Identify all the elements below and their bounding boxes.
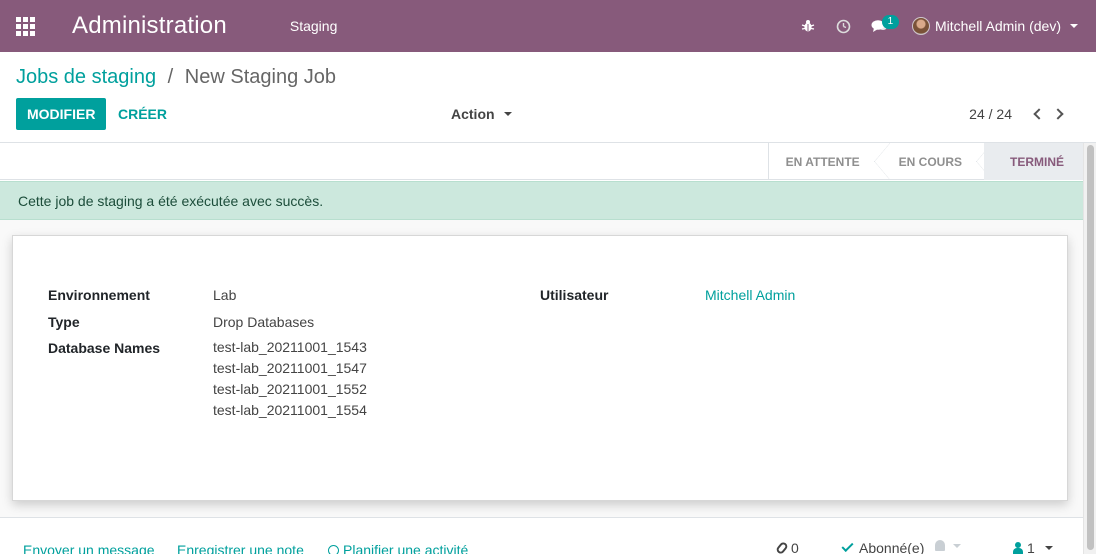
- form-content: Environnement Lab Type Drop Databases Da…: [0, 220, 1083, 554]
- breadcrumb-separator: /: [167, 66, 174, 88]
- environment-label: Environnement: [48, 287, 150, 303]
- action-dropdown[interactable]: Action: [451, 98, 512, 130]
- chatter-bar: Envoyer un message Enregistrer une note …: [0, 517, 1083, 554]
- bug-icon[interactable]: [790, 0, 826, 52]
- database-names-label: Database Names: [48, 340, 161, 356]
- avatar: [911, 17, 930, 35]
- edit-button[interactable]: MODIFIER: [16, 98, 107, 130]
- database-name: test-lab_20211001_1543: [213, 339, 367, 355]
- attachments-button[interactable]: 0: [775, 540, 799, 554]
- database-names-list: test-lab_20211001_1543 test-lab_20211001…: [213, 337, 367, 421]
- clock-icon: [328, 545, 339, 554]
- user-link[interactable]: Mitchell Admin: [705, 287, 795, 303]
- app-title[interactable]: Administration: [72, 12, 227, 40]
- alert-message: Cette job de staging a été exécutée avec…: [18, 192, 324, 209]
- scrollbar-thumb[interactable]: [1087, 145, 1094, 550]
- breadcrumb-current: New Staging Job: [184, 66, 336, 88]
- send-message-button[interactable]: Envoyer un message: [23, 542, 155, 554]
- user-icon: [1013, 542, 1023, 554]
- user-label: Utilisateur: [540, 287, 609, 303]
- pager: 24 / 24: [969, 98, 1070, 130]
- stage-done[interactable]: TERMINÉ: [984, 143, 1084, 180]
- user-menu[interactable]: Mitchell Admin (dev): [911, 17, 1078, 35]
- success-alert: Cette job de staging a été exécutée avec…: [0, 181, 1083, 220]
- schedule-activity-label: Planifier une activité: [343, 542, 469, 554]
- stage-waiting[interactable]: EN ATTENTE: [767, 143, 882, 180]
- database-name: test-lab_20211001_1552: [213, 381, 367, 397]
- chevron-down-icon: [503, 112, 512, 116]
- type-label: Type: [48, 314, 80, 330]
- previous-record-button[interactable]: [1026, 98, 1048, 130]
- schedule-activity-button[interactable]: Planifier une activité: [328, 542, 468, 554]
- type-value: Drop Databases: [213, 314, 315, 330]
- log-note-button[interactable]: Enregistrer une note: [177, 542, 304, 554]
- control-panel: Jobs de staging / New Staging Job MODIFI…: [0, 52, 1096, 143]
- user-name: Mitchell Admin (dev): [934, 18, 1061, 34]
- stage-running[interactable]: EN COURS: [882, 143, 984, 180]
- environment-value: Lab: [213, 287, 237, 303]
- database-name: test-lab_20211001_1547: [213, 360, 367, 376]
- status-bar: EN ATTENTE EN COURS TERMINÉ: [0, 143, 1096, 180]
- breadcrumb-parent[interactable]: Jobs de staging: [16, 66, 156, 88]
- stage-pipeline: EN ATTENTE EN COURS TERMINÉ: [767, 143, 1084, 180]
- chat-icon[interactable]: 1: [862, 0, 899, 52]
- follow-label: Abonné(e): [859, 540, 925, 554]
- chevron-down-icon: [1070, 24, 1078, 28]
- scrollbar[interactable]: [1083, 143, 1096, 554]
- create-button[interactable]: CRÉER: [118, 98, 167, 130]
- action-label: Action: [451, 106, 495, 122]
- pager-value[interactable]: 24 / 24: [969, 106, 1012, 122]
- breadcrumb: Jobs de staging / New Staging Job: [16, 66, 336, 89]
- next-record-button[interactable]: [1048, 98, 1070, 130]
- clock-icon[interactable]: [826, 0, 862, 52]
- check-icon: [841, 539, 854, 553]
- paperclip-icon: [775, 540, 789, 554]
- followers-count: 1: [1027, 540, 1035, 554]
- chevron-down-icon: [1044, 546, 1053, 550]
- chat-badge: 1: [881, 15, 899, 29]
- follow-button[interactable]: Abonné(e): [841, 539, 925, 554]
- followers-button[interactable]: 1: [1013, 540, 1053, 554]
- notification-settings-button[interactable]: [935, 540, 961, 551]
- bell-icon: [935, 540, 945, 551]
- chevron-left-icon: [1032, 108, 1045, 120]
- chevron-right-icon: [1051, 108, 1064, 120]
- menu-item-staging[interactable]: Staging: [290, 18, 337, 34]
- chevron-down-icon: [953, 543, 961, 548]
- apps-grid-icon[interactable]: [0, 0, 50, 52]
- form-sheet: Environnement Lab Type Drop Databases Da…: [12, 235, 1068, 501]
- top-navbar: Administration Staging 1 Mitchell Admin …: [0, 0, 1096, 52]
- attachments-count: 0: [791, 540, 799, 554]
- database-name: test-lab_20211001_1554: [213, 402, 367, 418]
